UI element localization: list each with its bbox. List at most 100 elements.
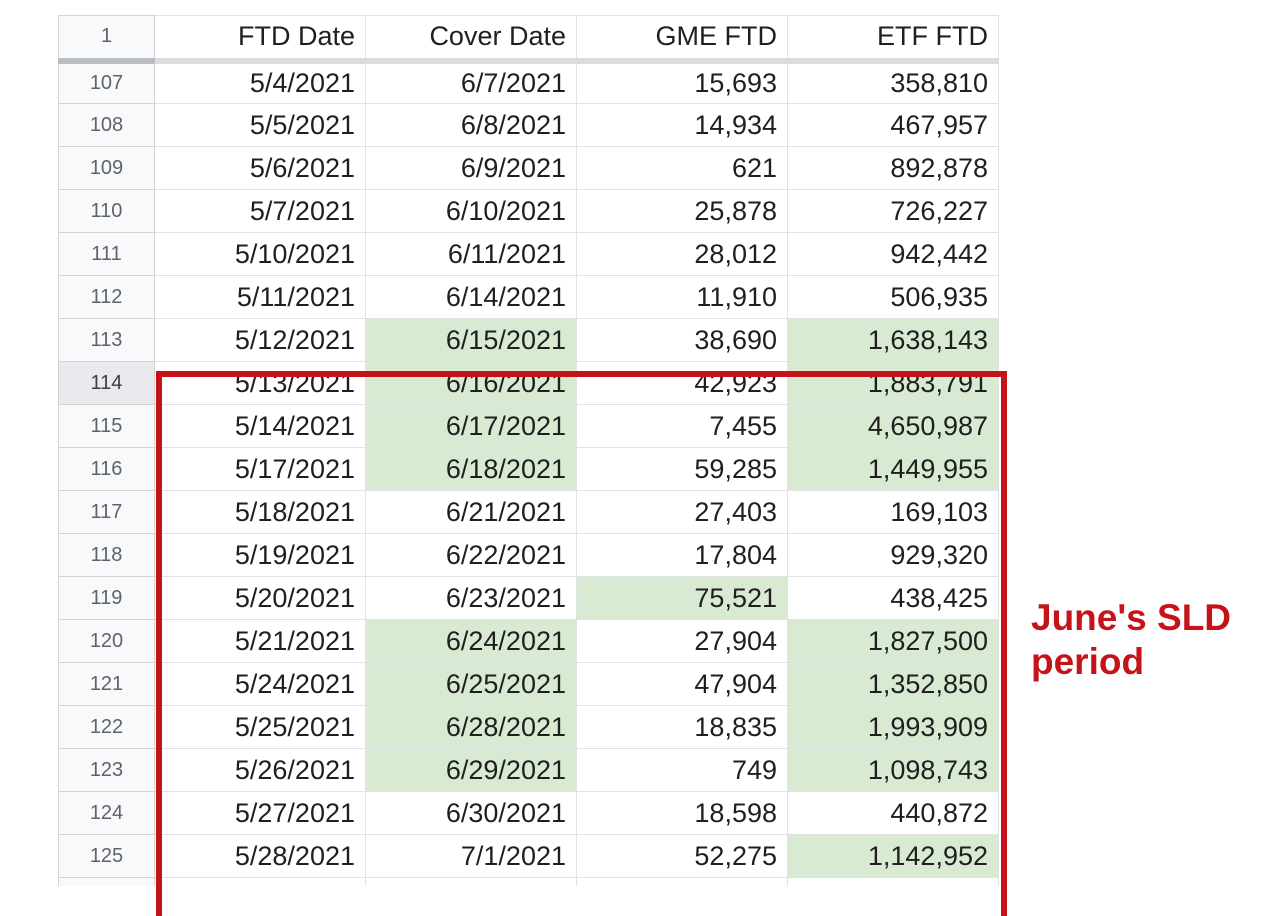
row-header[interactable]: 107 bbox=[58, 60, 155, 104]
cell-cover-date[interactable]: 6/14/2021 bbox=[365, 275, 577, 319]
row-header[interactable]: 113 bbox=[58, 318, 155, 362]
cell-etf-ftd[interactable]: 440,872 bbox=[787, 791, 999, 835]
cell-cover-date[interactable]: 6/24/2021 bbox=[365, 619, 577, 663]
cell-gme-ftd[interactable]: 28,012 bbox=[576, 232, 788, 276]
cell-etf-ftd[interactable]: 929,320 bbox=[787, 533, 999, 577]
row-header-1[interactable]: 1 bbox=[58, 15, 155, 64]
cell-ftd-date[interactable]: 5/25/2021 bbox=[154, 705, 366, 749]
cell-etf-ftd[interactable]: 1,449,955 bbox=[787, 447, 999, 491]
cell-cover-date[interactable]: 6/7/2021 bbox=[365, 60, 577, 104]
cell-gme-ftd[interactable]: 749 bbox=[576, 748, 788, 792]
cell-cover-date[interactable]: 6/8/2021 bbox=[365, 103, 577, 147]
cell-cover-date[interactable]: 6/21/2021 bbox=[365, 490, 577, 534]
cell-gme-ftd[interactable]: 52,275 bbox=[576, 834, 788, 878]
cell-etf-ftd[interactable]: 169,103 bbox=[787, 490, 999, 534]
cell-cover-date[interactable]: 6/15/2021 bbox=[365, 318, 577, 362]
cell-gme-ftd[interactable]: 14,934 bbox=[576, 103, 788, 147]
cell-gme-ftd[interactable]: 27,403 bbox=[576, 490, 788, 534]
cell-etf-ftd[interactable]: 1,098,743 bbox=[787, 748, 999, 792]
row-header[interactable]: 123 bbox=[58, 748, 155, 792]
cell-cover-date[interactable]: 6/29/2021 bbox=[365, 748, 577, 792]
cell-gme-ftd[interactable]: 25,878 bbox=[576, 189, 788, 233]
cell-etf-ftd[interactable]: 358,810 bbox=[787, 60, 999, 104]
row-header[interactable]: 121 bbox=[58, 662, 155, 706]
column-header-ftd-date[interactable]: FTD Date bbox=[154, 15, 366, 64]
row-header[interactable]: 109 bbox=[58, 146, 155, 190]
cell-cover-date[interactable]: 6/18/2021 bbox=[365, 447, 577, 491]
cell-gme-ftd[interactable]: 621 bbox=[576, 146, 788, 190]
cell-ftd-date[interactable]: 5/5/2021 bbox=[154, 103, 366, 147]
cell-ftd-date[interactable]: 5/13/2021 bbox=[154, 361, 366, 405]
row-header[interactable]: 120 bbox=[58, 619, 155, 663]
cell-etf-ftd[interactable]: 467,957 bbox=[787, 103, 999, 147]
row-header[interactable]: 108 bbox=[58, 103, 155, 147]
cell-ftd-date[interactable]: 5/19/2021 bbox=[154, 533, 366, 577]
column-header-etf-ftd[interactable]: ETF FTD bbox=[787, 15, 999, 64]
cell-ftd-date[interactable]: 5/4/2021 bbox=[154, 60, 366, 104]
row-header[interactable]: 122 bbox=[58, 705, 155, 749]
cell-gme-ftd[interactable]: 18,835 bbox=[576, 705, 788, 749]
cell-etf-ftd[interactable]: 506,935 bbox=[787, 275, 999, 319]
cell-cover-date[interactable]: 6/28/2021 bbox=[365, 705, 577, 749]
cell-etf-ftd[interactable]: 1,827,500 bbox=[787, 619, 999, 663]
column-header-cover-date[interactable]: Cover Date bbox=[365, 15, 577, 64]
cell-etf-ftd[interactable]: 4,650,987 bbox=[787, 404, 999, 448]
cell-cover-date[interactable]: 6/23/2021 bbox=[365, 576, 577, 620]
cell-gme-ftd[interactable]: 27,904 bbox=[576, 619, 788, 663]
cell-ftd-date[interactable]: 5/6/2021 bbox=[154, 146, 366, 190]
cell-cover-date[interactable]: 6/22/2021 bbox=[365, 533, 577, 577]
row-header[interactable]: 125 bbox=[58, 834, 155, 878]
cell-ftd-date[interactable]: 5/10/2021 bbox=[154, 232, 366, 276]
row-header[interactable]: 112 bbox=[58, 275, 155, 319]
column-header-gme-ftd[interactable]: GME FTD bbox=[576, 15, 788, 64]
cell-ftd-date[interactable]: 5/20/2021 bbox=[154, 576, 366, 620]
cell-gme-ftd[interactable]: 75,521 bbox=[576, 576, 788, 620]
row-header[interactable]: 117 bbox=[58, 490, 155, 534]
row-header[interactable]: 114 bbox=[58, 361, 155, 405]
row-header[interactable]: 118 bbox=[58, 533, 155, 577]
cell-cover-date[interactable]: 6/30/2021 bbox=[365, 791, 577, 835]
cell-gme-ftd[interactable]: 15,693 bbox=[576, 60, 788, 104]
cell-gme-ftd[interactable]: 18,598 bbox=[576, 791, 788, 835]
cell-gme-ftd[interactable]: 47,904 bbox=[576, 662, 788, 706]
cell-ftd-date[interactable]: 5/14/2021 bbox=[154, 404, 366, 448]
cell-cover-date[interactable]: 6/9/2021 bbox=[365, 146, 577, 190]
cell-etf-ftd[interactable]: 1,638,143 bbox=[787, 318, 999, 362]
cell-ftd-date[interactable]: 5/26/2021 bbox=[154, 748, 366, 792]
cell-gme-ftd[interactable]: 7,455 bbox=[576, 404, 788, 448]
cell-gme-ftd[interactable]: 59,285 bbox=[576, 447, 788, 491]
cell[interactable] bbox=[154, 877, 366, 886]
row-header[interactable]: 119 bbox=[58, 576, 155, 620]
cell[interactable] bbox=[576, 877, 788, 886]
cell-etf-ftd[interactable]: 1,142,952 bbox=[787, 834, 999, 878]
cell-gme-ftd[interactable]: 11,910 bbox=[576, 275, 788, 319]
cell-etf-ftd[interactable]: 892,878 bbox=[787, 146, 999, 190]
cell-etf-ftd[interactable]: 1,883,791 bbox=[787, 361, 999, 405]
row-header[interactable]: 110 bbox=[58, 189, 155, 233]
row-header[interactable]: 116 bbox=[58, 447, 155, 491]
cell-etf-ftd[interactable]: 726,227 bbox=[787, 189, 999, 233]
cell-gme-ftd[interactable]: 17,804 bbox=[576, 533, 788, 577]
cell-ftd-date[interactable]: 5/28/2021 bbox=[154, 834, 366, 878]
cell-cover-date[interactable]: 6/17/2021 bbox=[365, 404, 577, 448]
cell-etf-ftd[interactable]: 1,993,909 bbox=[787, 705, 999, 749]
cell-ftd-date[interactable]: 5/7/2021 bbox=[154, 189, 366, 233]
cell-ftd-date[interactable]: 5/27/2021 bbox=[154, 791, 366, 835]
cell-cover-date[interactable]: 6/25/2021 bbox=[365, 662, 577, 706]
cell-ftd-date[interactable]: 5/24/2021 bbox=[154, 662, 366, 706]
cell-ftd-date[interactable]: 5/21/2021 bbox=[154, 619, 366, 663]
row-header[interactable]: 111 bbox=[58, 232, 155, 276]
cell-cover-date[interactable]: 6/11/2021 bbox=[365, 232, 577, 276]
cell-cover-date[interactable]: 6/10/2021 bbox=[365, 189, 577, 233]
cell-ftd-date[interactable]: 5/18/2021 bbox=[154, 490, 366, 534]
cell-cover-date[interactable]: 6/16/2021 bbox=[365, 361, 577, 405]
row-header[interactable]: 115 bbox=[58, 404, 155, 448]
cell-ftd-date[interactable]: 5/12/2021 bbox=[154, 318, 366, 362]
cell-ftd-date[interactable]: 5/11/2021 bbox=[154, 275, 366, 319]
cell-cover-date[interactable]: 7/1/2021 bbox=[365, 834, 577, 878]
cell-etf-ftd[interactable]: 438,425 bbox=[787, 576, 999, 620]
cell-gme-ftd[interactable]: 42,923 bbox=[576, 361, 788, 405]
cell-gme-ftd[interactable]: 38,690 bbox=[576, 318, 788, 362]
cell[interactable] bbox=[365, 877, 577, 886]
row-header[interactable]: 124 bbox=[58, 791, 155, 835]
